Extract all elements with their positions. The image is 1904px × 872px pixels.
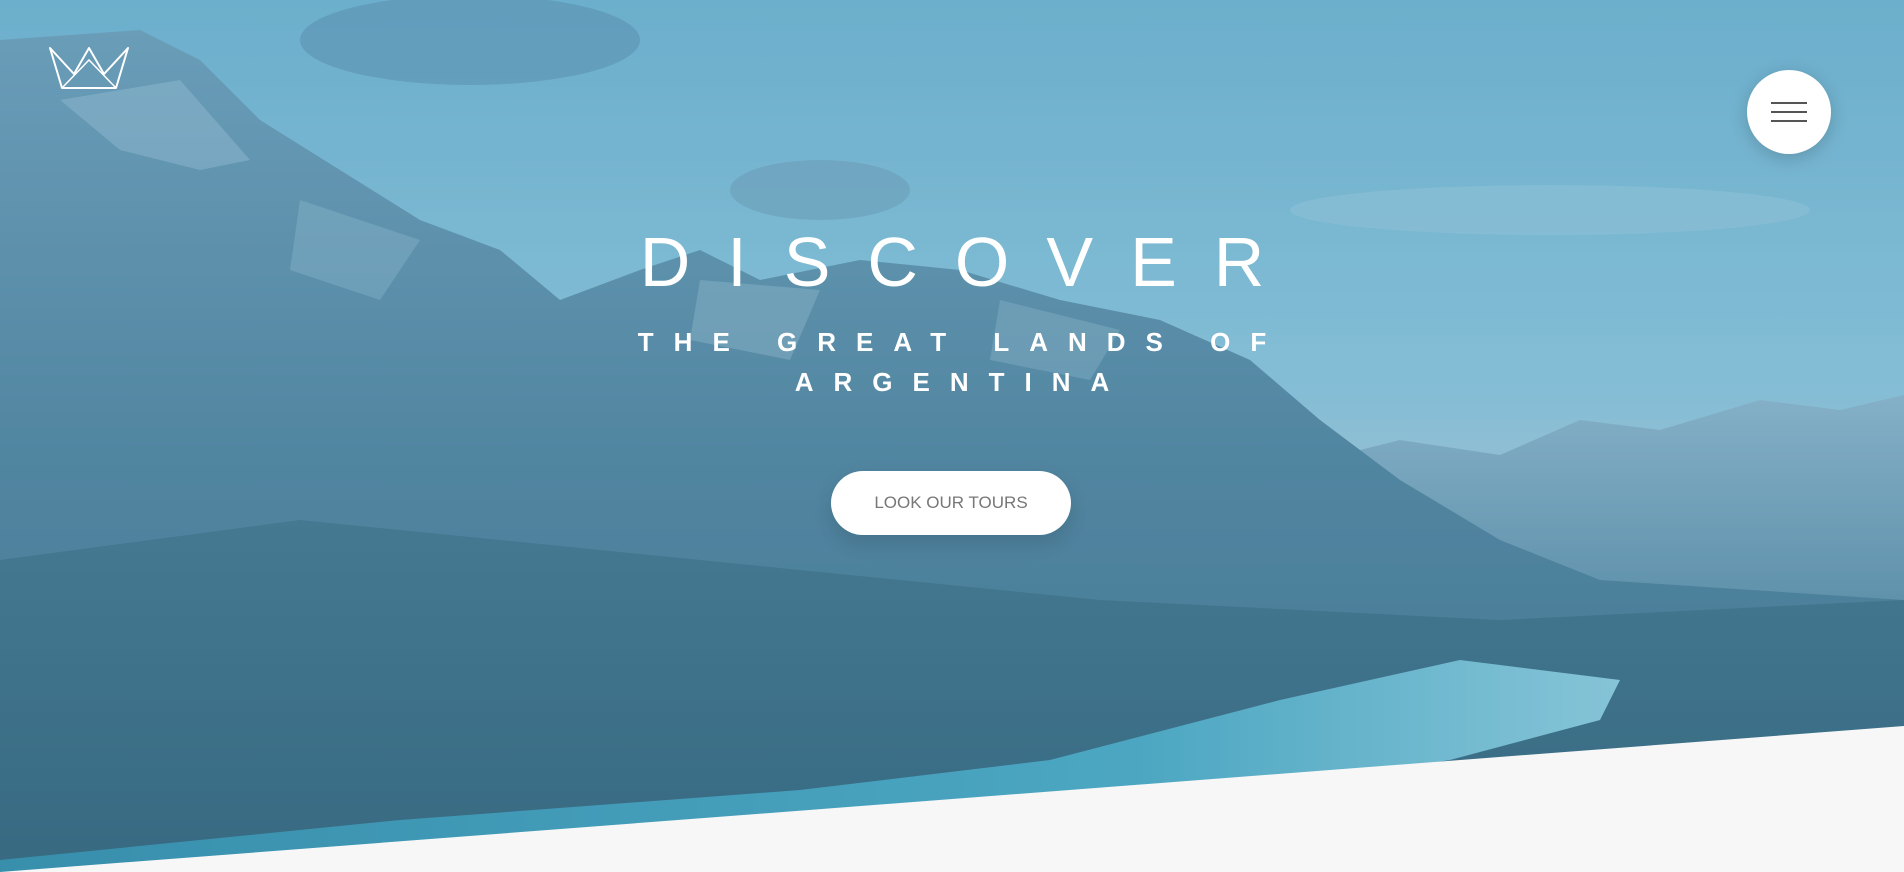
hero-headline: DISCOVER THE GREAT LANDS OF ARGENTINA [0,220,1904,402]
hero-section: DISCOVER THE GREAT LANDS OF ARGENTINA LO… [0,0,1904,872]
look-our-tours-button[interactable]: LOOK OUR TOURS [831,471,1071,535]
hero-background-image [0,0,1904,872]
hamburger-menu-icon-bar [1771,111,1807,113]
hero-subtitle: THE GREAT LANDS OF ARGENTINA [637,327,1287,397]
crown-logo-icon[interactable] [48,44,130,90]
hamburger-menu-icon-bar [1771,120,1807,122]
menu-button[interactable] [1747,70,1831,154]
hamburger-menu-icon [1771,102,1807,104]
hero-title: DISCOVER [639,223,1302,301]
